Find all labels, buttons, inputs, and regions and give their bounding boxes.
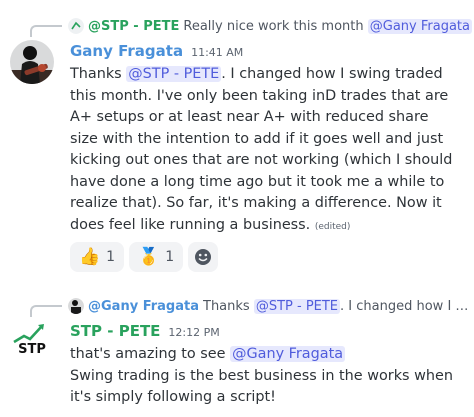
avatar-label: STP <box>18 342 46 357</box>
message-text: Swing trading is the best business in th… <box>70 367 453 406</box>
mention-stp-pete[interactable]: @STP - PETE <box>126 66 222 82</box>
reply-connector <box>30 25 62 37</box>
reply-author[interactable]: @STP - PETE <box>88 19 179 34</box>
avatar[interactable] <box>10 40 54 84</box>
reply-mention[interactable]: @Gany Fragata <box>367 18 472 34</box>
timestamp[interactable]: 11:41 AM <box>191 46 243 59</box>
message-text-prefix: that's amazing to see <box>70 346 231 362</box>
reply-reference[interactable]: @STP - PETE Really nice work this month … <box>68 17 474 35</box>
reaction-first-place-medal[interactable]: 🥇 1 <box>129 242 184 272</box>
stp-mini-avatar-icon <box>68 18 84 34</box>
reaction-count: 1 <box>106 249 116 265</box>
author-name[interactable]: Gany Fragata <box>70 42 183 60</box>
edited-label: (edited) <box>314 221 351 232</box>
avatar[interactable]: STP <box>10 320 54 364</box>
message-text: . I changed how I swing traded this mont… <box>70 66 453 233</box>
reply-reference[interactable]: @Gany Fragata Thanks @STP - PETE. I chan… <box>68 297 474 315</box>
reaction-count: 1 <box>165 249 175 265</box>
stp-logo-icon: STP <box>13 324 46 357</box>
guitarist-mini-avatar-icon <box>68 298 84 314</box>
author-name[interactable]: STP - PETE <box>70 322 160 340</box>
thumbs-up-icon: 👍 <box>79 246 101 267</box>
reply-text-after: . I changed how I s... <box>340 298 474 314</box>
reply-text-before: Really nice work this month <box>183 18 368 34</box>
timestamp[interactable]: 12:12 PM <box>168 326 219 339</box>
reply-snippet[interactable]: Really nice work this month @Gany Fragat… <box>183 18 472 34</box>
reply-text-before: Thanks <box>203 298 254 314</box>
first-place-medal-icon: 🥇 <box>138 246 160 267</box>
reply-snippet[interactable]: Thanks @STP - PETE. I changed how I s... <box>203 298 474 314</box>
smiley-icon <box>195 249 212 265</box>
reaction-thumbs-up[interactable]: 👍 1 <box>70 242 125 272</box>
message-text-prefix: Thanks <box>70 66 127 82</box>
add-reaction-button[interactable] <box>188 242 219 272</box>
reply-mention[interactable]: @STP - PETE <box>253 298 341 314</box>
message-content: that's amazing to see @Gany Fragata Swing… <box>70 344 460 409</box>
reply-connector <box>30 305 62 317</box>
reaction-bar: 👍 1 🥇 1 <box>70 242 219 272</box>
mention-gany-fragata[interactable]: @Gany Fragata <box>230 346 346 362</box>
reply-author[interactable]: @Gany Fragata <box>88 299 199 314</box>
message-content: Thanks @STP - PETE. I changed how I swin… <box>70 64 460 238</box>
guitarist-avatar-icon <box>10 40 54 84</box>
